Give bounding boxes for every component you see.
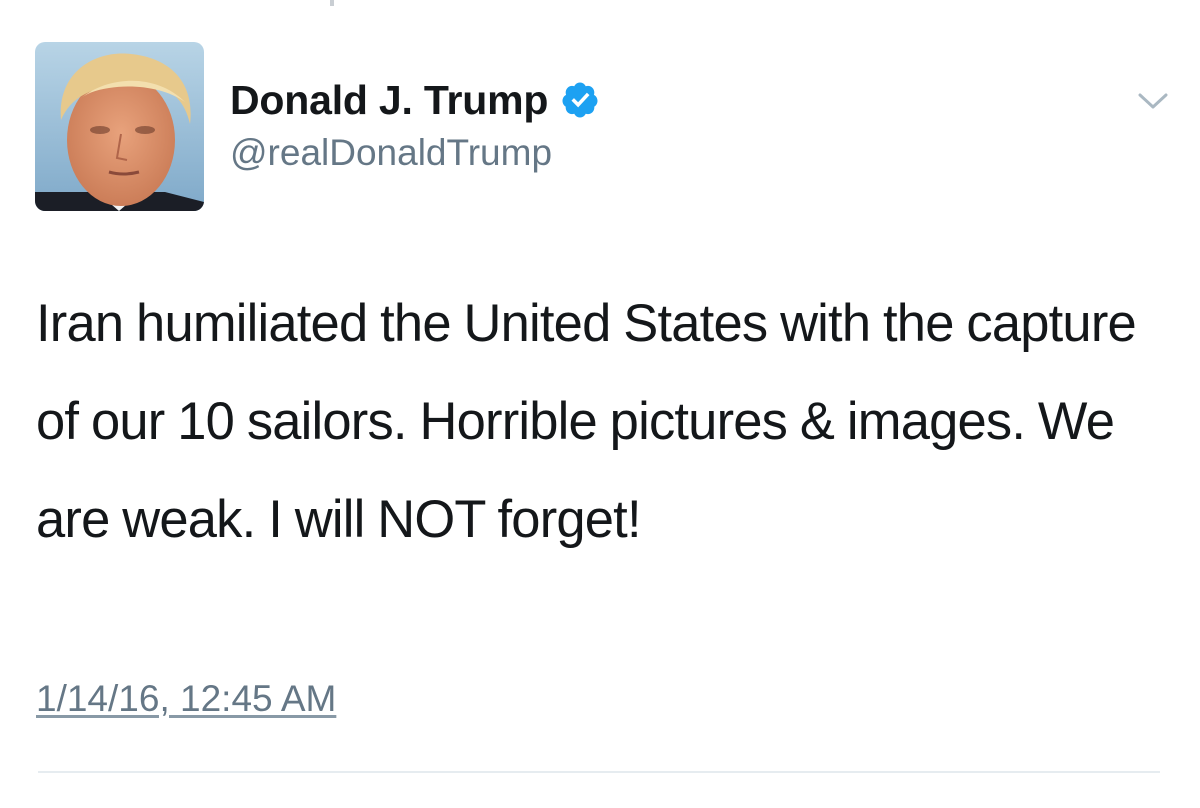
author-display-name[interactable]: Donald J. Trump xyxy=(230,77,548,124)
avatar[interactable] xyxy=(35,42,204,211)
author-name-row: Donald J. Trump xyxy=(230,72,600,128)
tweet-timestamp[interactable]: 1/14/16, 12:45 AM xyxy=(36,678,336,720)
profile-photo xyxy=(35,42,204,211)
previous-item-edge xyxy=(330,0,334,6)
tweet-text: Iran humiliated the United States with t… xyxy=(36,294,1137,549)
divider xyxy=(38,771,1160,773)
chevron-down-icon[interactable] xyxy=(1136,88,1170,114)
author-handle[interactable]: @realDonaldTrump xyxy=(230,132,600,174)
verified-badge-icon xyxy=(560,80,600,120)
tweet-author[interactable]: Donald J. Trump @realDonaldTrump xyxy=(230,72,600,174)
